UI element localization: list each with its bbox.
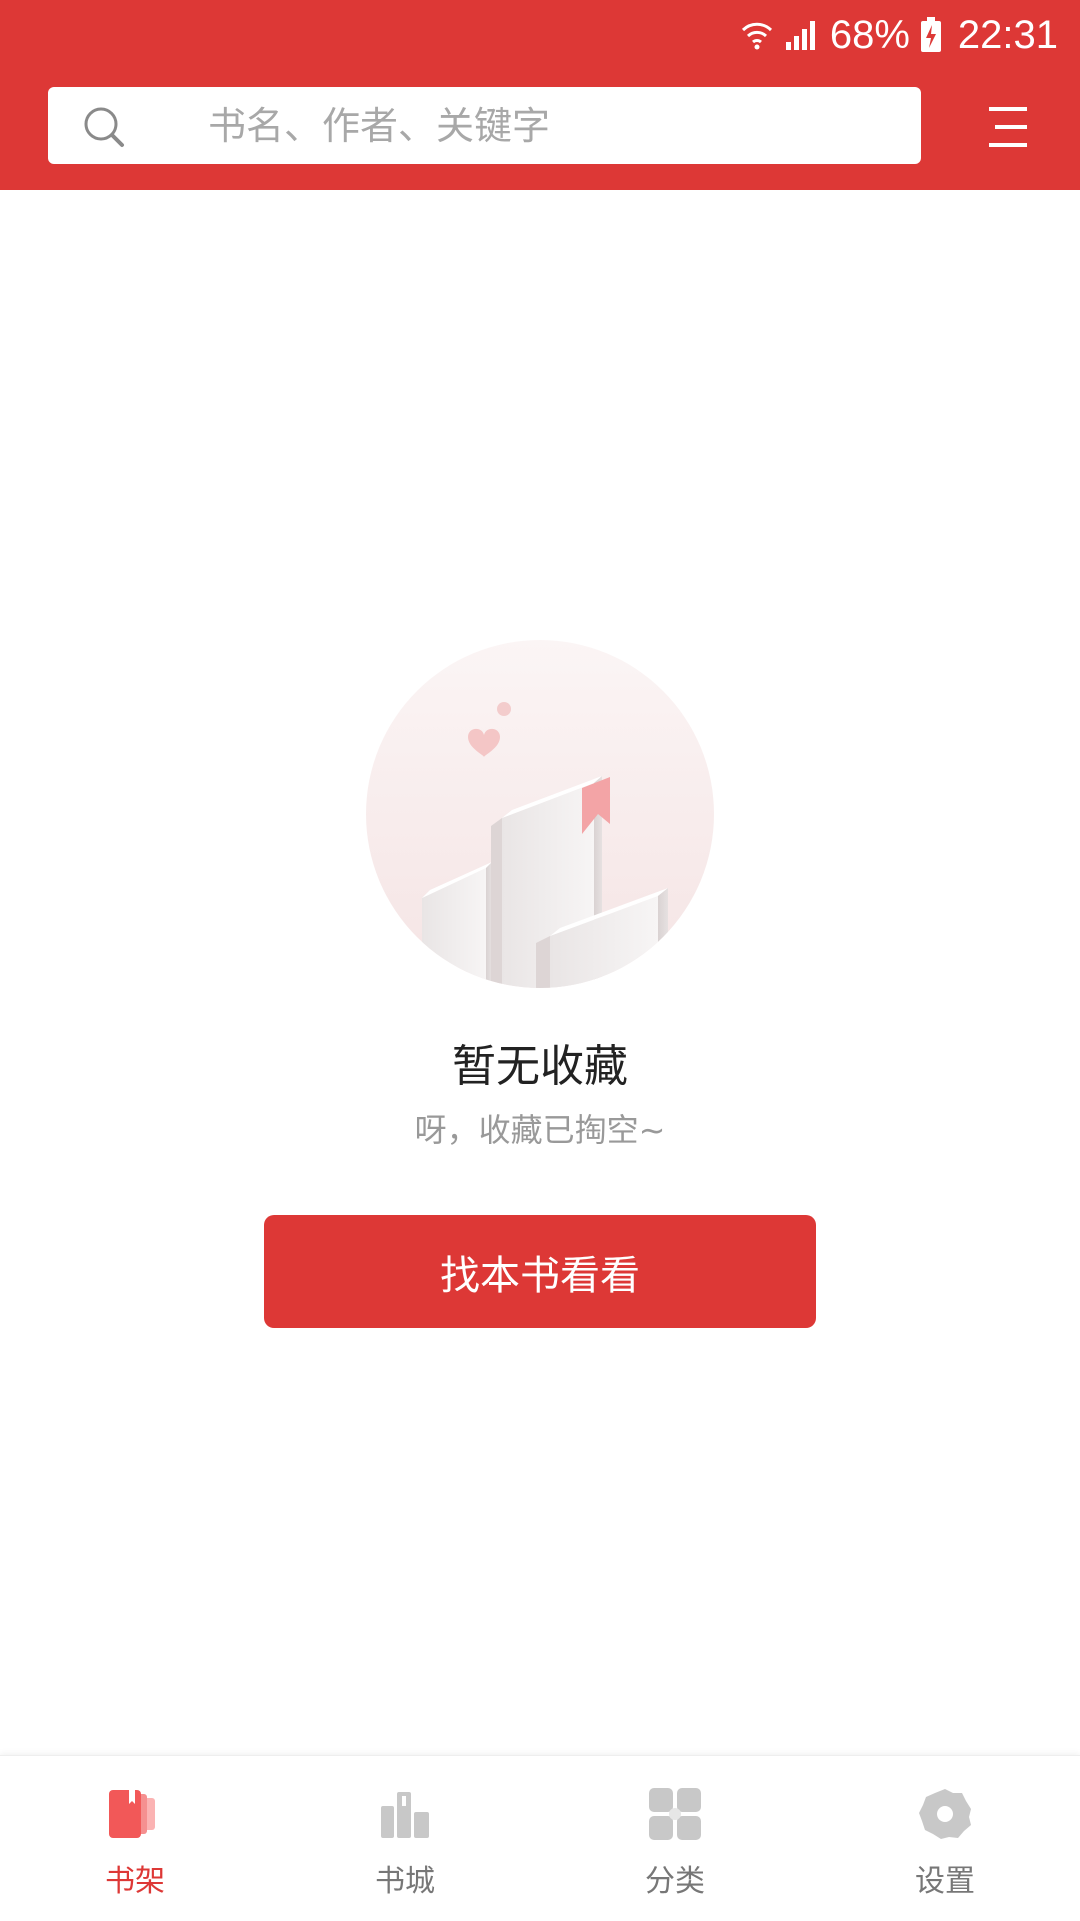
empty-state-subtitle: 呀，收藏已掏空~ <box>414 1111 666 1149</box>
nav-item-settings[interactable]: 设置 <box>810 1756 1080 1921</box>
nav-label-bookshelf: 书架 <box>105 1864 165 1899</box>
top-bar: 68% 22:31 <box>0 0 1080 190</box>
search-bar[interactable] <box>48 87 921 164</box>
settings-icon <box>917 1788 973 1840</box>
bookstore-icon <box>377 1788 433 1840</box>
find-book-button[interactable]: 找本书看看 <box>264 1215 816 1328</box>
nav-item-bookshelf[interactable]: 书架 <box>0 1756 270 1921</box>
search-input[interactable] <box>160 87 900 164</box>
nav-label-category: 分类 <box>645 1864 705 1899</box>
nav-label-settings: 设置 <box>915 1864 975 1899</box>
menu-icon <box>985 107 1035 154</box>
empty-state-title: 暂无收藏 <box>452 1041 628 1092</box>
bottom-nav: 书架 书城 分类 设置 <box>0 1755 1080 1921</box>
status-bar: 68% 22:31 <box>740 10 1058 60</box>
battery-charging-icon <box>920 17 942 53</box>
signal-icon <box>784 18 818 52</box>
empty-bookshelf-illustration <box>366 640 714 988</box>
menu-button[interactable] <box>985 104 1035 150</box>
wifi-icon <box>740 18 774 52</box>
category-icon <box>647 1788 703 1840</box>
search-icon <box>82 105 126 149</box>
battery-percent: 68% <box>829 12 910 57</box>
nav-item-category[interactable]: 分类 <box>540 1756 810 1921</box>
clock: 22:31 <box>957 12 1058 57</box>
nav-item-bookstore[interactable]: 书城 <box>270 1756 540 1921</box>
nav-label-bookstore: 书城 <box>375 1864 435 1899</box>
bookshelf-icon <box>107 1788 163 1840</box>
